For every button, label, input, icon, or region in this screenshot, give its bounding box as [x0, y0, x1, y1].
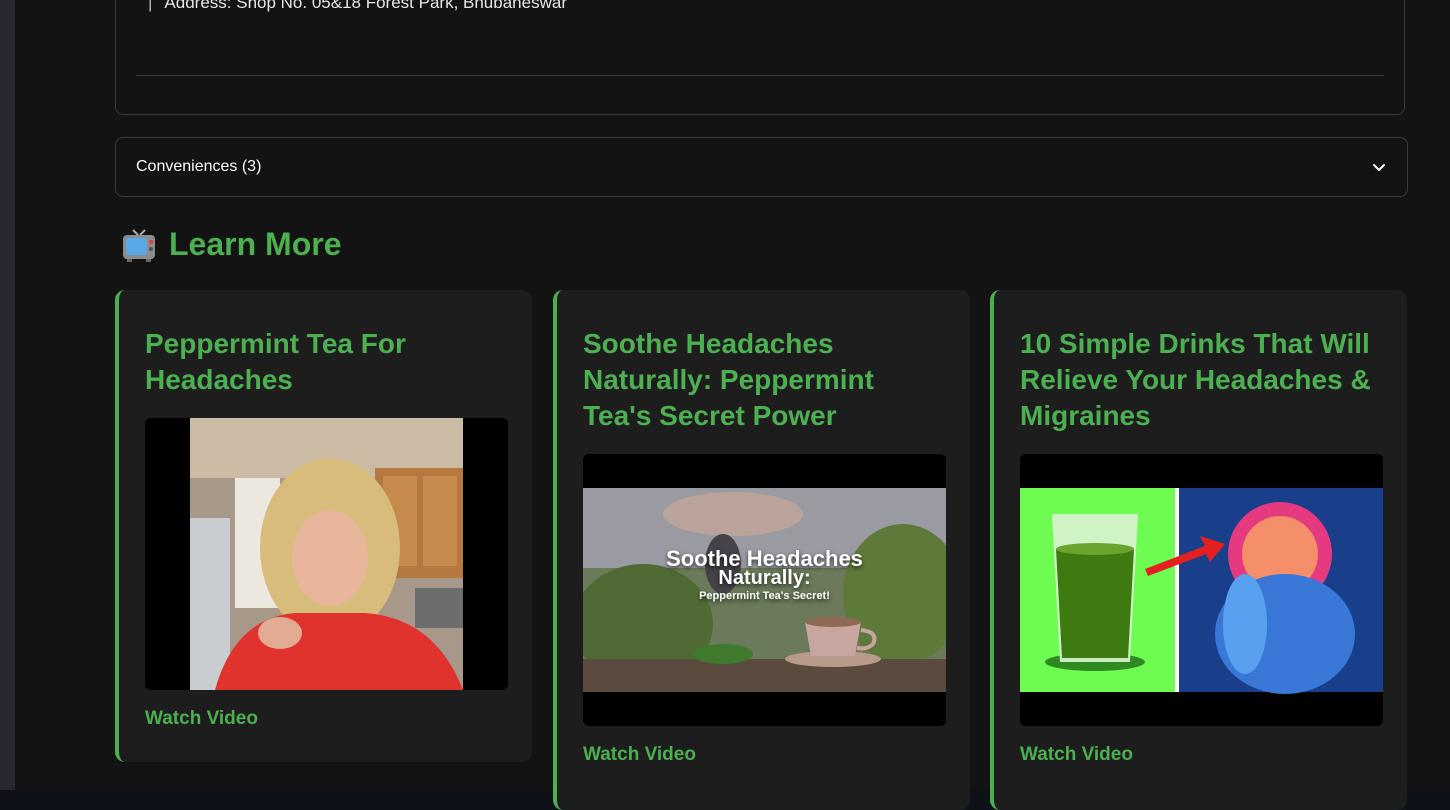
- address-text: Address: Shop No. 05&18 Forest Park, Bhu…: [164, 0, 567, 12]
- television-icon: [123, 228, 155, 262]
- video-thumbnail[interactable]: Soothe Headaches Naturally: Peppermint T…: [583, 454, 946, 726]
- address-bullet: |: [148, 0, 153, 12]
- location-details-box: | Address: Shop No. 05&18 Forest Park, Bh…: [115, 0, 1405, 115]
- video-card: Soothe Headaches Naturally: Peppermint T…: [553, 290, 970, 810]
- thumbnail-caption-line: Naturally:: [718, 567, 811, 589]
- watch-video-link[interactable]: Watch Video: [145, 708, 508, 730]
- sidebar-strip: [0, 0, 15, 790]
- video-thumbnail[interactable]: [1020, 454, 1383, 726]
- watch-video-link[interactable]: Watch Video: [1020, 744, 1383, 766]
- video-title: 10 Simple Drinks That Will Relieve Your …: [1020, 328, 1371, 431]
- thumbnail-caption-line: Peppermint Tea's Secret!: [699, 590, 830, 602]
- address-line: | Address: Shop No. 05&18 Forest Park, Bh…: [148, 0, 567, 13]
- chevron-down-icon: [1373, 164, 1385, 171]
- divider: [136, 75, 1384, 76]
- watch-video-link[interactable]: Watch Video: [583, 744, 946, 766]
- thumbnail-image: [1020, 454, 1383, 726]
- video-card: Peppermint Tea For Headaches Watch Video: [115, 290, 532, 762]
- expander-label: Conveniences (3): [136, 158, 262, 175]
- video-card: 10 Simple Drinks That Will Relieve Your …: [990, 290, 1407, 810]
- video-thumbnail[interactable]: [145, 418, 508, 690]
- thumbnail-image: [145, 418, 508, 690]
- conveniences-expander[interactable]: Conveniences (3): [115, 137, 1408, 197]
- video-title: Peppermint Tea For Headaches: [145, 328, 406, 395]
- video-title: Soothe Headaches Naturally: Peppermint T…: [583, 328, 874, 431]
- section-title: Learn More: [169, 226, 342, 262]
- main-content: | Address: Shop No. 05&18 Forest Park, Bh…: [15, 0, 1450, 810]
- learn-more-header: Learn More: [121, 226, 341, 263]
